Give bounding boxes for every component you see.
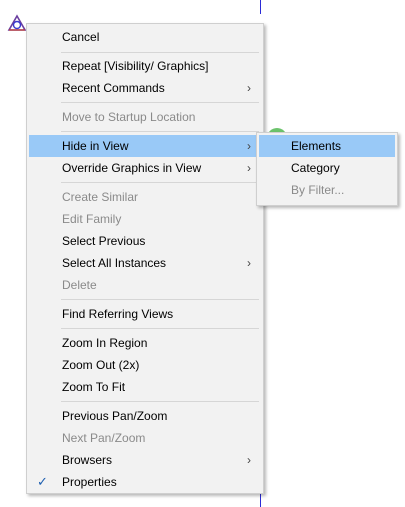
menu-item-delete: Delete — [62, 278, 97, 292]
menu-separator — [61, 131, 259, 132]
submenu-item-elements[interactable]: Elements — [259, 135, 395, 157]
submenu-item-by-filter: By Filter... — [291, 183, 345, 197]
checkmark-icon: ✓ — [37, 474, 48, 489]
menu-separator — [61, 401, 259, 402]
context-menu: Cancel Repeat [Visibility/ Graphics] Rec… — [26, 23, 264, 494]
chevron-right-icon: › — [247, 453, 251, 467]
menu-item-previous-pan-zoom[interactable]: Previous Pan/Zoom — [29, 405, 261, 427]
canvas-guide-line — [260, 0, 261, 14]
menu-item-create-similar: Create Similar — [62, 190, 139, 204]
menu-item-cancel[interactable]: Cancel — [29, 26, 261, 48]
menu-item-zoom-out[interactable]: Zoom Out (2x) — [29, 354, 261, 376]
canvas-guide-line — [260, 494, 261, 507]
menu-item-find-referring-views[interactable]: Find Referring Views — [29, 303, 261, 325]
submenu-item-category[interactable]: Category — [259, 157, 395, 179]
menu-item-next-pan-zoom: Next Pan/Zoom — [62, 431, 146, 445]
chevron-right-icon: › — [247, 139, 251, 153]
menu-item-select-previous[interactable]: Select Previous — [29, 230, 261, 252]
chevron-right-icon: › — [247, 81, 251, 95]
chevron-right-icon: › — [247, 256, 251, 270]
menu-item-repeat[interactable]: Repeat [Visibility/ Graphics] — [29, 55, 261, 77]
menu-item-browsers[interactable]: Browsers › — [29, 449, 261, 471]
menu-item-edit-family: Edit Family — [62, 212, 122, 226]
menu-separator — [61, 328, 259, 329]
menu-item-recent-commands[interactable]: Recent Commands › — [29, 77, 261, 99]
menu-separator — [61, 182, 259, 183]
family-element-icon — [7, 14, 27, 31]
menu-item-zoom-in-region[interactable]: Zoom In Region — [29, 332, 261, 354]
chevron-right-icon: › — [247, 161, 251, 175]
hide-in-view-submenu: Elements Category By Filter... — [256, 132, 398, 206]
menu-separator — [61, 52, 259, 53]
menu-separator — [61, 102, 259, 103]
menu-item-override-graphics[interactable]: Override Graphics in View › — [29, 157, 261, 179]
menu-item-properties[interactable]: ✓ Properties — [29, 471, 261, 493]
menu-item-select-all-instances[interactable]: Select All Instances › — [29, 252, 261, 274]
menu-item-move-to-startup: Move to Startup Location — [62, 110, 196, 124]
menu-item-hide-in-view[interactable]: Hide in View › — [29, 135, 261, 157]
menu-separator — [61, 299, 259, 300]
menu-item-zoom-to-fit[interactable]: Zoom To Fit — [29, 376, 261, 398]
